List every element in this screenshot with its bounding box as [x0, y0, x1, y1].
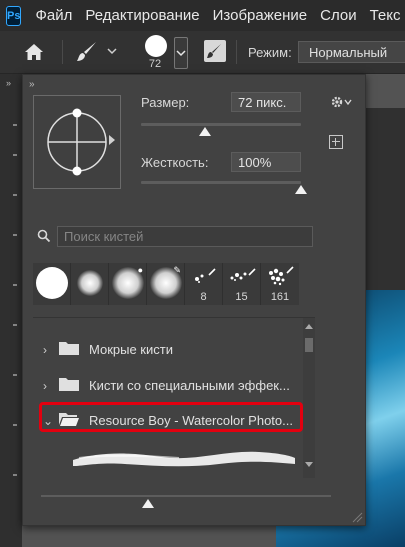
brush-tip-scatter-large[interactable]: 161 — [261, 263, 299, 305]
menu-bar: Ps Файл Редактирование Изображение Слои … — [0, 0, 405, 31]
brush-tip-soft-round-opacity[interactable]: ● — [109, 263, 147, 305]
brush-size-preview[interactable] — [145, 35, 167, 57]
hardness-label: Жесткость: — [141, 155, 209, 170]
folder-icon — [59, 342, 79, 355]
chevron-down-icon[interactable] — [106, 45, 118, 57]
options-bar: 72 Режим: Нормальный — [0, 31, 405, 74]
brush-preset-picker-toggle[interactable] — [174, 37, 188, 69]
tool-slot[interactable] — [13, 124, 17, 126]
scatter-brush-icon — [195, 268, 216, 283]
brush-tip-count: 8 — [200, 291, 207, 303]
new-preset-icon[interactable] — [329, 135, 343, 149]
expand-arrows-icon[interactable]: » — [6, 78, 11, 88]
brush-folder-name: Мокрые кисти — [89, 342, 173, 357]
brush-tip-hard-round[interactable] — [33, 263, 71, 305]
folder-list-scrollbar[interactable] — [303, 318, 315, 478]
hardness-field[interactable]: 100% — [231, 152, 301, 172]
tool-slot[interactable] — [13, 374, 17, 376]
menu-layers[interactable]: Слои — [320, 7, 356, 24]
mode-dropdown[interactable]: Нормальный — [298, 41, 405, 63]
home-icon — [25, 44, 43, 60]
tool-slot[interactable] — [13, 474, 17, 476]
brush-folder-row[interactable]: › Мокрые кисти — [33, 334, 301, 364]
brush-settings-panel-icon[interactable] — [204, 40, 226, 62]
tool-slot[interactable] — [13, 154, 17, 156]
pressure-opacity-icon: ● — [137, 265, 143, 275]
search-icon — [37, 229, 51, 243]
tool-slot[interactable] — [13, 424, 17, 426]
watercolor-brush-stroke-preview[interactable] — [69, 444, 299, 472]
gear-icon[interactable] — [331, 95, 353, 109]
brush-folder-list: › Мокрые кисти › Кисти со специальными э… — [33, 317, 315, 478]
brush-angle-crosshair-icon — [47, 108, 107, 176]
pressure-size-icon: ✎ — [173, 265, 181, 275]
hard-round-brush-icon — [36, 267, 68, 299]
size-label: Размер: — [141, 95, 190, 110]
brush-folder-name: Кисти со специальными эффек... — [89, 378, 290, 393]
brush-tip-count: 15 — [235, 291, 248, 303]
angle-handle-arrow[interactable] — [109, 135, 115, 145]
menu-type[interactable]: Текс — [370, 7, 401, 24]
chevron-down-icon — [176, 50, 186, 57]
size-slider-thumb[interactable] — [199, 127, 211, 136]
brush-tip-count: 161 — [270, 291, 290, 303]
preview-size-slider[interactable] — [41, 495, 331, 497]
brush-angle-preview[interactable] — [33, 95, 121, 189]
hardness-slider-thumb[interactable] — [295, 185, 307, 194]
tool-slot[interactable] — [13, 284, 17, 286]
brush-preset-panel: » Размер: 72 пикс. Жесткость: 100% Поиск… — [22, 74, 366, 526]
brush-tip-soft-round[interactable] — [71, 263, 109, 305]
chevron-right-icon[interactable]: › — [43, 343, 47, 357]
preview-size-slider-thumb[interactable] — [142, 499, 155, 508]
scatter-brush-icon — [269, 266, 294, 286]
size-slider[interactable] — [141, 123, 301, 126]
tool-slot[interactable] — [13, 194, 17, 196]
scatter-brush-icon — [230, 268, 256, 281]
chevron-right-icon[interactable]: › — [43, 379, 47, 393]
folder-icon — [59, 378, 79, 391]
scroll-thumb[interactable] — [305, 338, 313, 352]
home-button[interactable] — [20, 39, 48, 65]
tools-panel: » — [0, 74, 22, 547]
collapse-arrows-icon[interactable]: » — [29, 79, 35, 90]
tool-slot[interactable] — [13, 234, 17, 236]
brush-tip-soft-round-size[interactable]: ✎ — [147, 263, 185, 305]
brush-tip-scatter-small[interactable]: 8 — [185, 263, 223, 305]
scroll-down-icon[interactable] — [305, 462, 313, 467]
mode-label: Режим: — [248, 45, 292, 60]
highlight-box — [39, 402, 303, 432]
brush-folder-row[interactable]: › Кисти со специальными эффек... — [33, 370, 301, 400]
brush-size-value: 72 — [148, 58, 162, 70]
document-canvas[interactable] — [366, 108, 405, 308]
brush-tip-scatter-medium[interactable]: 15 — [223, 263, 261, 305]
brush-search-input[interactable] — [57, 226, 313, 247]
size-field[interactable]: 72 пикс. — [231, 92, 301, 112]
resize-grip-icon[interactable] — [351, 511, 363, 523]
scroll-up-icon[interactable] — [305, 324, 313, 329]
brush-tool-icon[interactable] — [74, 39, 100, 65]
menu-edit[interactable]: Редактирование — [85, 7, 199, 24]
options-separator — [62, 40, 63, 64]
options-separator — [236, 40, 237, 64]
soft-round-brush-icon — [77, 270, 103, 296]
tool-slot[interactable] — [13, 324, 17, 326]
menu-image[interactable]: Изображение — [213, 7, 308, 24]
photoshop-logo-icon: Ps — [6, 5, 22, 26]
recent-brush-tips: ● ✎ 8 15 161 — [33, 263, 307, 305]
menu-file[interactable]: Файл — [35, 7, 72, 24]
hardness-slider[interactable] — [141, 181, 301, 184]
